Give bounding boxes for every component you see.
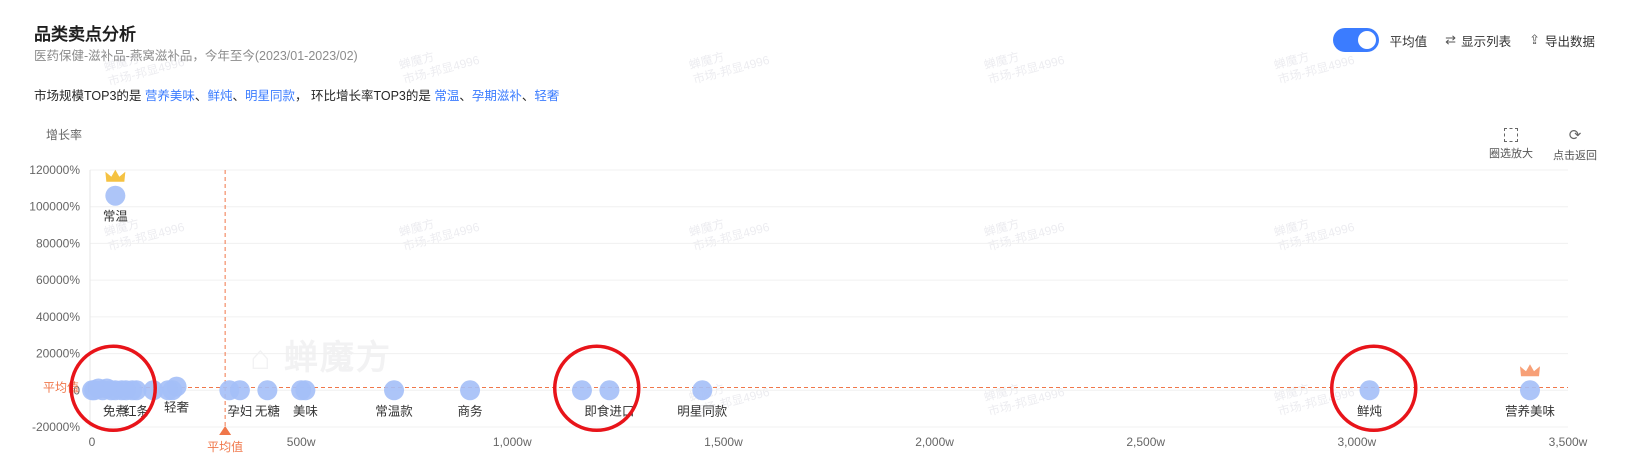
data-point bbox=[1359, 380, 1380, 401]
point-label: 商务 bbox=[458, 403, 483, 418]
crown-icon bbox=[105, 169, 126, 182]
data-point bbox=[692, 380, 713, 401]
x-tick-label: 0 bbox=[89, 435, 96, 449]
y-tick-label: -20000% bbox=[32, 420, 80, 434]
average-line-y-label: 平均值 bbox=[43, 380, 79, 395]
y-tick-label: 120000% bbox=[29, 163, 80, 177]
data-point bbox=[571, 380, 592, 401]
x-tick-label: 2,000w bbox=[915, 435, 954, 449]
y-tick-label: 40000% bbox=[36, 310, 80, 324]
data-point bbox=[219, 380, 240, 401]
data-point bbox=[257, 380, 278, 401]
data-point bbox=[105, 185, 126, 206]
x-tick-label: 500w bbox=[287, 435, 316, 449]
y-tick-label: 80000% bbox=[36, 236, 80, 250]
x-tick-label: 2,500w bbox=[1126, 435, 1165, 449]
data-point bbox=[82, 380, 103, 401]
data-point bbox=[599, 380, 620, 401]
average-line-x-label: 平均值 bbox=[207, 439, 243, 454]
y-tick-label: 60000% bbox=[36, 273, 80, 287]
x-tick-label: 3,500w bbox=[1549, 435, 1588, 449]
data-point bbox=[384, 380, 405, 401]
point-label: 轻奢 bbox=[164, 401, 190, 415]
y-axis-label: 增长率 bbox=[46, 127, 82, 142]
data-point bbox=[1519, 380, 1540, 401]
point-label: 孕妇 bbox=[227, 404, 252, 418]
point-label: 无糖 bbox=[255, 403, 281, 418]
data-point bbox=[460, 380, 481, 401]
data-point bbox=[291, 380, 312, 401]
point-label: 美味 bbox=[293, 404, 319, 418]
crown-icon bbox=[1519, 364, 1540, 377]
point-label: 常温款 bbox=[375, 404, 413, 418]
x-tick-label: 3,000w bbox=[1338, 435, 1377, 449]
y-tick-label: 20000% bbox=[36, 347, 80, 361]
point-label: 明星同款 bbox=[677, 404, 728, 418]
point-label: 鲜炖 bbox=[1357, 404, 1383, 418]
point-label: 常温 bbox=[103, 210, 129, 224]
x-tick-label: 1,500w bbox=[704, 435, 743, 449]
y-tick-label: 100000% bbox=[29, 200, 80, 214]
x-tick-label: 1,000w bbox=[493, 435, 532, 449]
point-label: 免煮 bbox=[103, 403, 128, 418]
scatter-chart[interactable]: 增长率 -20000% 0 20000% 40000% 60000% 80000% 1000… bbox=[0, 0, 1627, 464]
point-label: 营养美味 bbox=[1505, 403, 1556, 418]
